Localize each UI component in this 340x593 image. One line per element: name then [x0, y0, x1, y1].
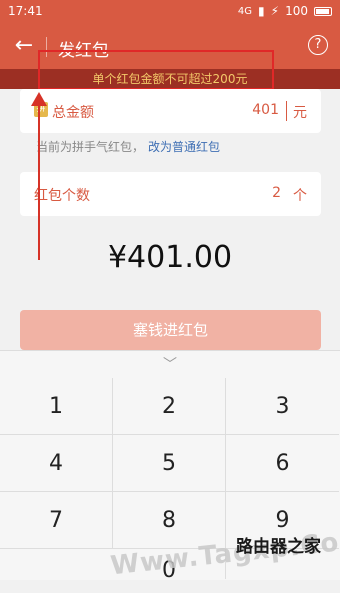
- signal-bars-icon: ▮: [258, 4, 265, 18]
- count-input[interactable]: 2: [272, 185, 281, 201]
- charging-icon: ⚡: [270, 4, 280, 18]
- key-2[interactable]: 2: [113, 378, 226, 435]
- battery-icon: [314, 6, 332, 16]
- key-4[interactable]: 4: [0, 435, 113, 492]
- packet-type-hint: 当前为拼手气红包， 改为普通红包: [36, 138, 220, 155]
- key-6[interactable]: 6: [226, 435, 339, 492]
- annotation-arrow: [38, 100, 40, 260]
- annotation-arrow-head: [31, 92, 47, 106]
- amount-label: 总金额: [52, 105, 94, 121]
- watermark-site: 路由器之家: [236, 537, 321, 557]
- key-7[interactable]: 7: [0, 492, 113, 549]
- key-5[interactable]: 5: [113, 435, 226, 492]
- amount-field[interactable]: 拼 总金额 401 元: [20, 89, 321, 133]
- status-icons: 4G ▮ ⚡ 100: [238, 4, 332, 18]
- help-icon[interactable]: ?: [308, 35, 328, 55]
- key-1[interactable]: 1: [0, 378, 113, 435]
- chevron-down-icon[interactable]: ﹀: [158, 354, 182, 373]
- status-time: 17:41: [8, 4, 43, 18]
- back-arrow-icon[interactable]: ←: [10, 33, 38, 61]
- count-field[interactable]: 红包个数 2 个: [20, 172, 321, 216]
- battery-label: 100: [285, 4, 308, 18]
- count-label: 红包个数: [34, 188, 90, 204]
- key-3[interactable]: 3: [226, 378, 339, 435]
- hint-text: 当前为拼手气红包，: [36, 140, 145, 154]
- highlight-box: [38, 50, 274, 90]
- amount-unit: 元: [293, 105, 307, 121]
- submit-button[interactable]: 塞钱进红包: [20, 310, 321, 350]
- switch-normal-link[interactable]: 改为普通红包: [148, 140, 220, 154]
- signal-icon: 4G: [237, 5, 253, 17]
- status-bar: 17:41 4G ▮ ⚡ 100: [0, 0, 340, 25]
- count-unit: 个: [293, 188, 307, 204]
- amount-cursor: [286, 101, 287, 121]
- amount-input[interactable]: 401: [252, 102, 279, 118]
- total-amount-display: ¥401.00: [107, 240, 233, 275]
